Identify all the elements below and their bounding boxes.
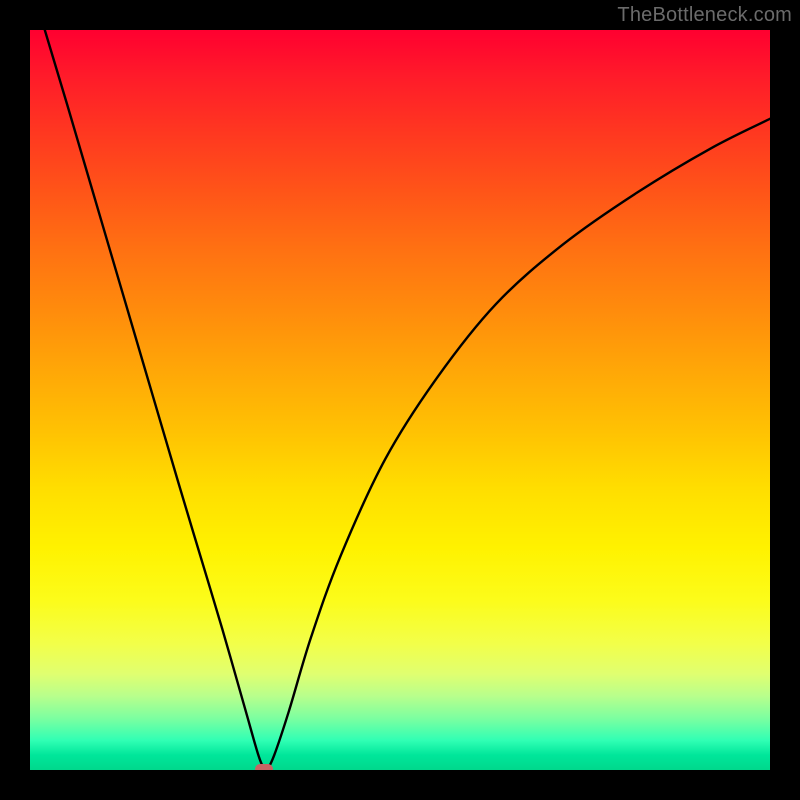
chart-frame: TheBottleneck.com	[0, 0, 800, 800]
bottleneck-curve	[45, 30, 770, 770]
watermark-text: TheBottleneck.com	[617, 4, 792, 27]
optimum-marker	[255, 764, 273, 770]
bottleneck-curve-layer	[30, 30, 770, 770]
plot-area	[30, 30, 770, 770]
